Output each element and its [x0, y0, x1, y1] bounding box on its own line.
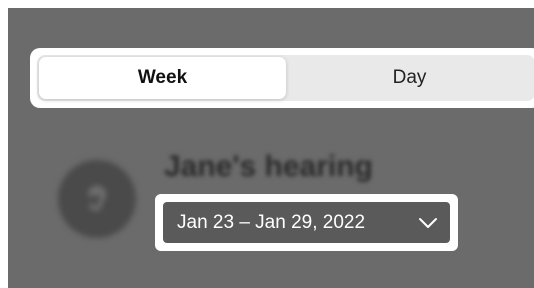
- segment-day-label: Day: [392, 67, 427, 88]
- date-range-label: Jan 23 – Jan 29, 2022: [177, 211, 366, 233]
- segment-week-label: Week: [137, 67, 188, 88]
- dimmed-screen: Week Day Jane's hearing Jan 23 – Jan 29,…: [8, 8, 534, 288]
- date-range-highlight: Jan 23 – Jan 29, 2022: [155, 194, 458, 251]
- segment-week[interactable]: Week: [39, 57, 286, 99]
- chevron-down-icon: [418, 217, 438, 229]
- segment-control-highlight: Week Day: [30, 48, 534, 108]
- ear-icon: [58, 160, 136, 238]
- date-range-selector[interactable]: Jan 23 – Jan 29, 2022: [163, 202, 450, 243]
- period-segmented-control: Week Day: [37, 55, 534, 101]
- segment-day[interactable]: Day: [286, 57, 533, 99]
- page-title: Jane's hearing: [164, 150, 373, 183]
